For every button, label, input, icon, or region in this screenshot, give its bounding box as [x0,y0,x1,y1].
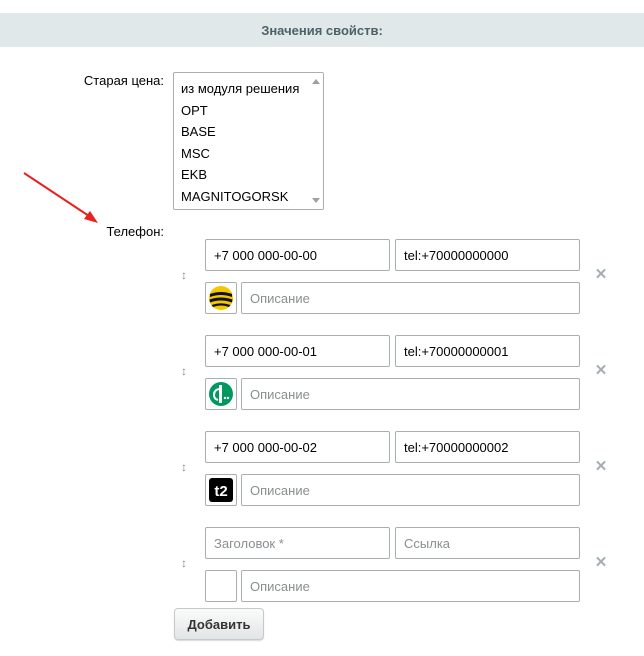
old-price-option[interactable]: MSC [174,143,323,165]
megafon-icon [209,382,233,406]
icon-picker[interactable] [205,378,237,410]
old-price-option[interactable]: BASE [174,121,323,143]
phone-description-input[interactable] [241,378,580,410]
old-price-option[interactable]: MAGNITOGORSK [174,186,323,208]
t2-icon: t2 [209,478,233,502]
old-price-option[interactable]: EKB [174,164,323,186]
annotation-arrow-icon [23,172,98,223]
old-price-select[interactable]: из модуля решения OPT BASE MSC EKB MAGNI… [173,72,324,210]
old-price-option[interactable]: из модуля решения [174,78,323,100]
phone-title-input[interactable] [205,527,390,559]
drag-handle-icon[interactable]: ↕ [178,268,190,282]
phone-title-input[interactable] [205,239,390,271]
phone-title-input[interactable] [205,431,390,463]
old-price-label: Старая цена: [83,73,164,88]
icon-picker[interactable] [205,282,237,314]
remove-row-icon[interactable]: ✕ [594,555,608,570]
scroll-up-icon[interactable] [312,79,320,84]
remove-row-icon[interactable]: ✕ [594,363,608,378]
phone-link-input[interactable] [395,239,580,271]
section-header: Значения свойств: [0,13,644,47]
phone-link-input[interactable] [395,431,580,463]
listbox-scrollbar[interactable] [309,73,323,209]
remove-row-icon[interactable]: ✕ [594,267,608,282]
section-title: Значения свойств: [261,22,383,38]
phone-description-input[interactable] [241,474,580,506]
phone-title-input[interactable] [205,335,390,367]
phone-label: Телефон: [106,224,164,239]
phone-link-input[interactable] [395,527,580,559]
svg-text:t2: t2 [214,483,227,500]
old-price-option[interactable]: OPT [174,100,323,122]
phone-description-input[interactable] [241,282,580,314]
add-button[interactable]: Добавить [174,608,264,640]
drag-handle-icon[interactable]: ↕ [178,556,190,570]
scroll-down-icon[interactable] [312,198,320,203]
phone-link-input[interactable] [395,335,580,367]
beeline-icon [209,286,233,310]
icon-picker[interactable] [205,570,237,602]
icon-picker[interactable]: t2 [205,474,237,506]
remove-row-icon[interactable]: ✕ [594,459,608,474]
drag-handle-icon[interactable]: ↕ [178,364,190,378]
drag-handle-icon[interactable]: ↕ [178,460,190,474]
phone-description-input[interactable] [241,570,580,602]
